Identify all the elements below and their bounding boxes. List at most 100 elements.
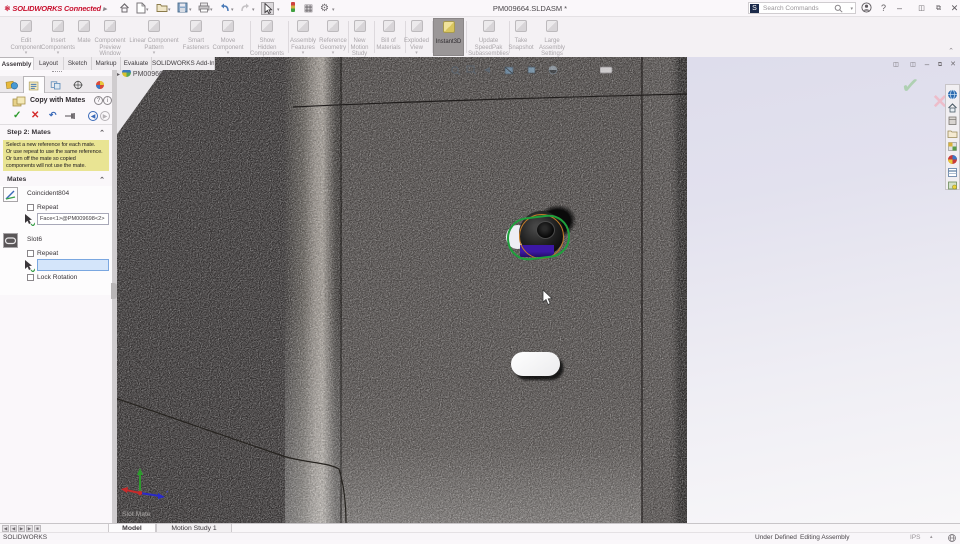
vp-tile-icon[interactable]: ◫ <box>907 60 919 70</box>
home-icon[interactable] <box>118 2 131 15</box>
tab-propertymanager[interactable] <box>23 76 45 93</box>
pm-next-button[interactable]: ▶ <box>100 111 110 121</box>
close-button[interactable]: ✕ <box>948 2 960 15</box>
lock-rotation-checkbox[interactable] <box>27 274 34 281</box>
restore-button[interactable]: ⧉ <box>932 2 945 15</box>
tab-displaymanager[interactable] <box>89 76 111 93</box>
mate2-reference-field[interactable] <box>37 259 109 271</box>
tab-assembly[interactable]: Assembly <box>0 57 34 70</box>
ribbon-show-hidden[interactable]: Show Hidden Components <box>247 18 287 57</box>
coincident-mate-icon[interactable] <box>3 187 18 202</box>
slot-feature[interactable] <box>511 352 560 376</box>
section-view-icon[interactable] <box>504 62 515 75</box>
3dexperience-globe-icon[interactable] <box>947 87 958 100</box>
pm-back-button[interactable]: ◀ <box>88 111 98 121</box>
panel-collapse-handle[interactable] <box>111 283 117 299</box>
traffic-light-icon[interactable] <box>286 2 299 15</box>
pm-pushpin-button[interactable] <box>64 110 76 125</box>
select-caret[interactable]: ▾ <box>277 7 280 13</box>
ribbon-update-speedpak[interactable]: Update SpeedPak Subassemblies <box>467 18 510 57</box>
vp-newwindow-icon[interactable]: ◫ <box>890 60 902 70</box>
maximize-button[interactable]: ◫ <box>915 2 928 15</box>
new-caret[interactable]: ▾ <box>146 7 149 13</box>
tab-nav-menu[interactable]: ■ <box>34 525 41 532</box>
open-caret[interactable]: ▾ <box>168 7 171 13</box>
ribbon-new-motion-study[interactable]: New Motion Study <box>346 18 373 57</box>
ribbon-assembly-features[interactable]: Assembly Features ▾ <box>289 18 317 56</box>
search-icon[interactable] <box>834 4 843 15</box>
pm-ok-button[interactable]: ✓ <box>13 110 21 121</box>
tab-configurationmanager[interactable] <box>45 76 67 93</box>
ribbon-bill-of-materials[interactable]: Bill of Materials <box>373 18 404 56</box>
panel-drag-handle[interactable] <box>52 71 62 74</box>
vp-minimize-icon[interactable]: – <box>921 60 933 70</box>
ribbon-large-assembly-settings[interactable]: Large Assembly Settings <box>533 18 571 57</box>
search-caret[interactable]: ▾ <box>850 6 853 12</box>
mate1-repeat-checkbox[interactable] <box>27 204 34 211</box>
tab-layout[interactable]: Layout <box>34 57 64 70</box>
scene-colors-icon[interactable] <box>947 152 958 164</box>
tab-evaluate[interactable]: Evaluate <box>121 57 152 70</box>
tab-solidworks-addins[interactable]: SOLIDWORKS Add-Ins <box>152 57 215 70</box>
hide-show-items-icon[interactable] <box>599 62 613 74</box>
file-explorer-icon[interactable] <box>947 126 958 138</box>
pm-undo-button[interactable]: ↶ <box>49 110 57 121</box>
tab-sketch[interactable]: Sketch <box>64 57 92 70</box>
design-library-icon[interactable] <box>947 113 958 125</box>
zoom-fit-icon[interactable] <box>450 62 461 76</box>
pm-pin-icon[interactable]: ? <box>94 96 103 105</box>
table-icon[interactable]: ▦ <box>302 2 315 15</box>
redo-caret[interactable]: ▾ <box>252 7 255 13</box>
ribbon-insert-components[interactable]: Insert Components ▾ <box>40 18 76 56</box>
ribbon-reference-geometry[interactable]: Reference Geometry ▾ <box>318 18 348 56</box>
home-taskpane-icon[interactable] <box>947 100 958 113</box>
save-icon[interactable] <box>176 2 189 15</box>
print-caret[interactable]: ▾ <box>210 7 213 13</box>
help-icon[interactable]: ? <box>877 2 890 15</box>
mate1-reference-field[interactable]: Face<1>@PM009698<2> <box>37 213 109 225</box>
search-commands-box[interactable]: S Search Commands ▾ <box>748 2 856 14</box>
pm-step-group[interactable]: Step 2: Mates ⌃ <box>0 126 112 139</box>
defeature-icon[interactable] <box>947 178 958 190</box>
select-tool-icon[interactable] <box>261 2 274 15</box>
settings-caret[interactable]: ▾ <box>332 7 335 13</box>
tab-nav-prev[interactable]: ◀ <box>10 525 17 532</box>
vp-close-icon[interactable]: ✕ <box>947 60 959 70</box>
minimize-button[interactable]: – <box>893 2 906 15</box>
vp-restore-icon[interactable]: ⧉ <box>934 60 946 70</box>
open-icon[interactable] <box>155 2 168 15</box>
tab-markup[interactable]: Markup <box>92 57 121 70</box>
ribbon-edit-component[interactable]: Edit Component ▾ <box>8 18 44 56</box>
status-units-caret[interactable]: ▴ <box>930 534 933 540</box>
pm-cancel-button[interactable]: ✕ <box>31 110 39 121</box>
ribbon-exploded-view[interactable]: Exploded View ▾ <box>402 18 431 56</box>
ribbon-collapse-icon[interactable]: ⌃ <box>948 47 954 55</box>
undo-icon[interactable] <box>218 2 231 15</box>
tab-nav-last[interactable]: ▶ <box>26 525 33 532</box>
tab-featuremanager[interactable] <box>1 76 23 93</box>
settings-gear-icon[interactable]: ⚙ <box>318 2 331 15</box>
ribbon-instant3d[interactable]: Instant3D <box>433 18 464 56</box>
tab-nav-next[interactable]: ▶ <box>18 525 25 532</box>
ribbon-linear-pattern[interactable]: Linear Component Pattern ▾ <box>125 18 183 56</box>
redo-icon[interactable] <box>239 2 252 15</box>
save-caret[interactable]: ▾ <box>189 7 192 13</box>
undo-caret[interactable]: ▾ <box>231 7 234 13</box>
display-style-icon[interactable] <box>548 62 559 75</box>
graphics-viewport[interactable]: ▸ PM009664 ◫ ◫ – ⧉ ✕ ✓ ✕ * Slot Mate <box>112 57 960 523</box>
account-icon[interactable] <box>860 2 873 15</box>
appearances-icon[interactable] <box>947 139 958 151</box>
pm-mates-group[interactable]: Mates ⌃ <box>0 173 112 186</box>
mate2-repeat-checkbox[interactable] <box>27 250 34 257</box>
pm-help-icon[interactable]: i <box>103 96 112 105</box>
zoom-area-icon[interactable] <box>466 62 477 75</box>
slot-mate-icon[interactable] <box>3 233 18 248</box>
status-globe-icon[interactable] <box>948 534 956 544</box>
ribbon-move-component[interactable]: Move Component ▾ <box>208 18 248 56</box>
confirm-ok-icon[interactable]: ✓ <box>900 72 921 100</box>
ribbon-component-preview[interactable]: Component Preview Window <box>91 18 129 57</box>
tree-expand-arrow[interactable]: ▸ <box>117 72 120 78</box>
custom-properties-icon[interactable] <box>947 165 958 177</box>
print-icon[interactable] <box>197 2 210 15</box>
view-orientation-icon[interactable] <box>526 62 537 74</box>
